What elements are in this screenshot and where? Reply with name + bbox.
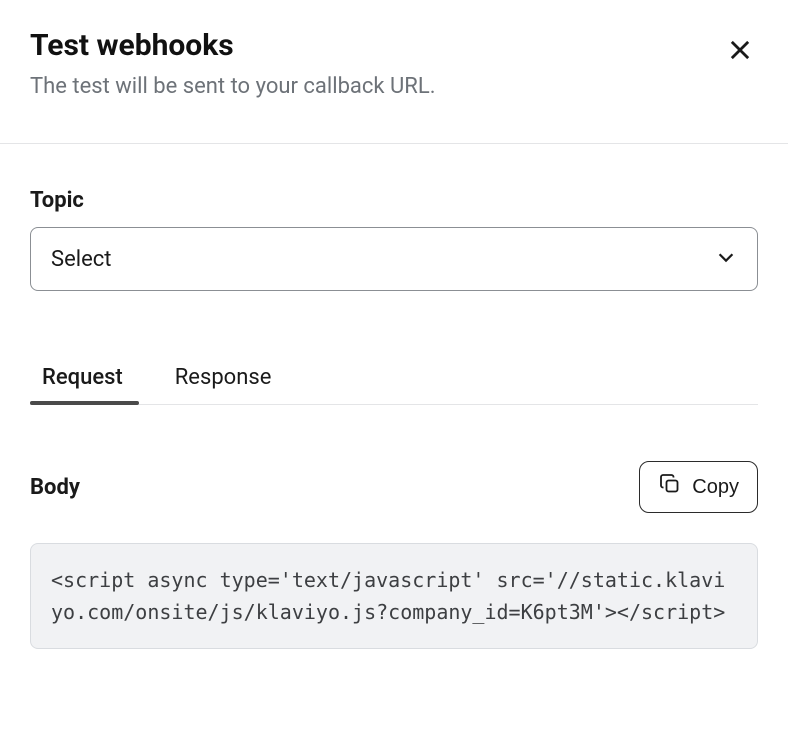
page-title: Test webhooks (30, 28, 436, 64)
test-webhooks-panel: Test webhooks The test will be sent to y… (0, 0, 788, 649)
title-block: Test webhooks The test will be sent to y… (30, 28, 436, 99)
tab-request[interactable]: Request (30, 351, 139, 404)
header-divider (0, 143, 788, 144)
close-button[interactable] (722, 32, 758, 71)
tab-response[interactable]: Response (163, 351, 288, 404)
copy-button[interactable]: Copy (639, 461, 758, 513)
topic-select[interactable]: Select (30, 227, 758, 291)
page-subtitle: The test will be sent to your callback U… (30, 74, 436, 99)
topic-select-value: Select (51, 247, 715, 272)
topic-label: Topic (30, 188, 758, 213)
body-label: Body (30, 475, 80, 500)
chevron-down-icon (715, 246, 737, 272)
topic-field: Topic Select (30, 188, 758, 291)
body-code-block[interactable]: <script async type='text/javascript' src… (30, 543, 758, 649)
tab-response-label: Response (175, 365, 272, 390)
body-header-row: Body Copy (30, 461, 758, 513)
tab-request-label: Request (42, 365, 123, 390)
close-icon (726, 52, 754, 67)
request-response-tabs: Request Response (30, 351, 758, 405)
copy-icon (658, 472, 682, 502)
copy-button-label: Copy (692, 476, 739, 499)
panel-header: Test webhooks The test will be sent to y… (30, 28, 758, 143)
